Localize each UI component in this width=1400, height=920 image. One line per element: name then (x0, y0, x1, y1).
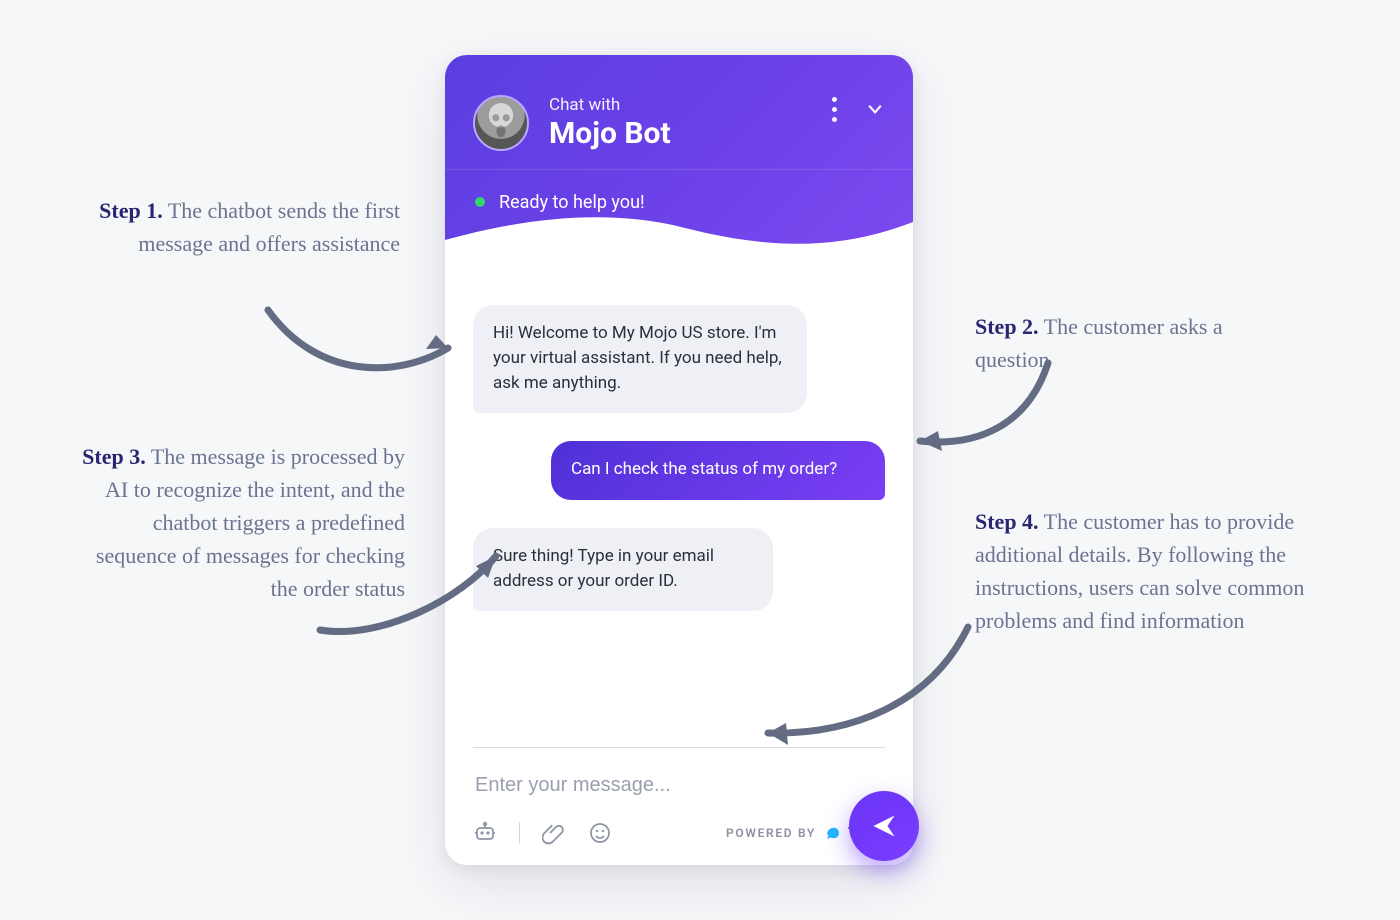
annotation-step4: Step 4. The customer has to provide addi… (975, 505, 1310, 637)
chat-title-block: Chat with Mojo Bot (549, 95, 812, 152)
chat-widget: Chat with Mojo Bot Ready to help you! Hi… (445, 55, 913, 865)
tidio-logo-icon (824, 824, 842, 842)
toolbar-separator (519, 822, 520, 844)
header-actions (832, 97, 885, 122)
user-message: Can I check the status of my order? (551, 441, 885, 499)
composer-divider (473, 747, 885, 748)
chat-widget-inner: Chat with Mojo Bot Ready to help you! Hi… (445, 55, 913, 865)
chat-with-label: Chat with (549, 95, 812, 115)
step2-label: Step 2. (975, 314, 1039, 339)
annotation-step2: Step 2. The customer asks a question (975, 310, 1295, 376)
composer: POWERED BY TIDIO (473, 747, 885, 845)
attachment-icon[interactable] (542, 821, 566, 845)
powered-label: POWERED BY (726, 826, 816, 840)
composer-toolbar: POWERED BY TIDIO (473, 821, 885, 845)
header-wave-decoration (445, 210, 913, 252)
step4-label: Step 4. (975, 509, 1039, 534)
chat-header: Chat with Mojo Bot Ready to help you! (445, 55, 913, 251)
bot-avatar (473, 95, 529, 151)
bot-message: Hi! Welcome to My Mojo US store. I'm you… (473, 305, 807, 413)
annotation-step1: Step 1. The chatbot sends the first mess… (70, 194, 400, 260)
step1-label: Step 1. (99, 198, 163, 223)
emoji-icon[interactable] (588, 821, 612, 845)
status-dot-icon (475, 197, 485, 207)
bot-icon[interactable] (473, 821, 497, 845)
send-button[interactable] (849, 791, 919, 861)
message-input[interactable] (473, 768, 885, 821)
kebab-menu-icon[interactable] (832, 97, 837, 122)
arrow-step1 (258, 300, 468, 404)
chevron-down-icon[interactable] (865, 99, 885, 119)
annotation-step3: Step 3. The message is processed by AI t… (70, 440, 405, 605)
bot-message: Sure thing! Type in your email address o… (473, 528, 773, 611)
step3-label: Step 3. (82, 444, 146, 469)
step1-text: The chatbot sends the first message and … (138, 198, 400, 256)
bot-name: Mojo Bot (549, 117, 812, 152)
message-list: Hi! Welcome to My Mojo US store. I'm you… (445, 251, 913, 611)
chat-header-top: Chat with Mojo Bot (445, 55, 913, 170)
